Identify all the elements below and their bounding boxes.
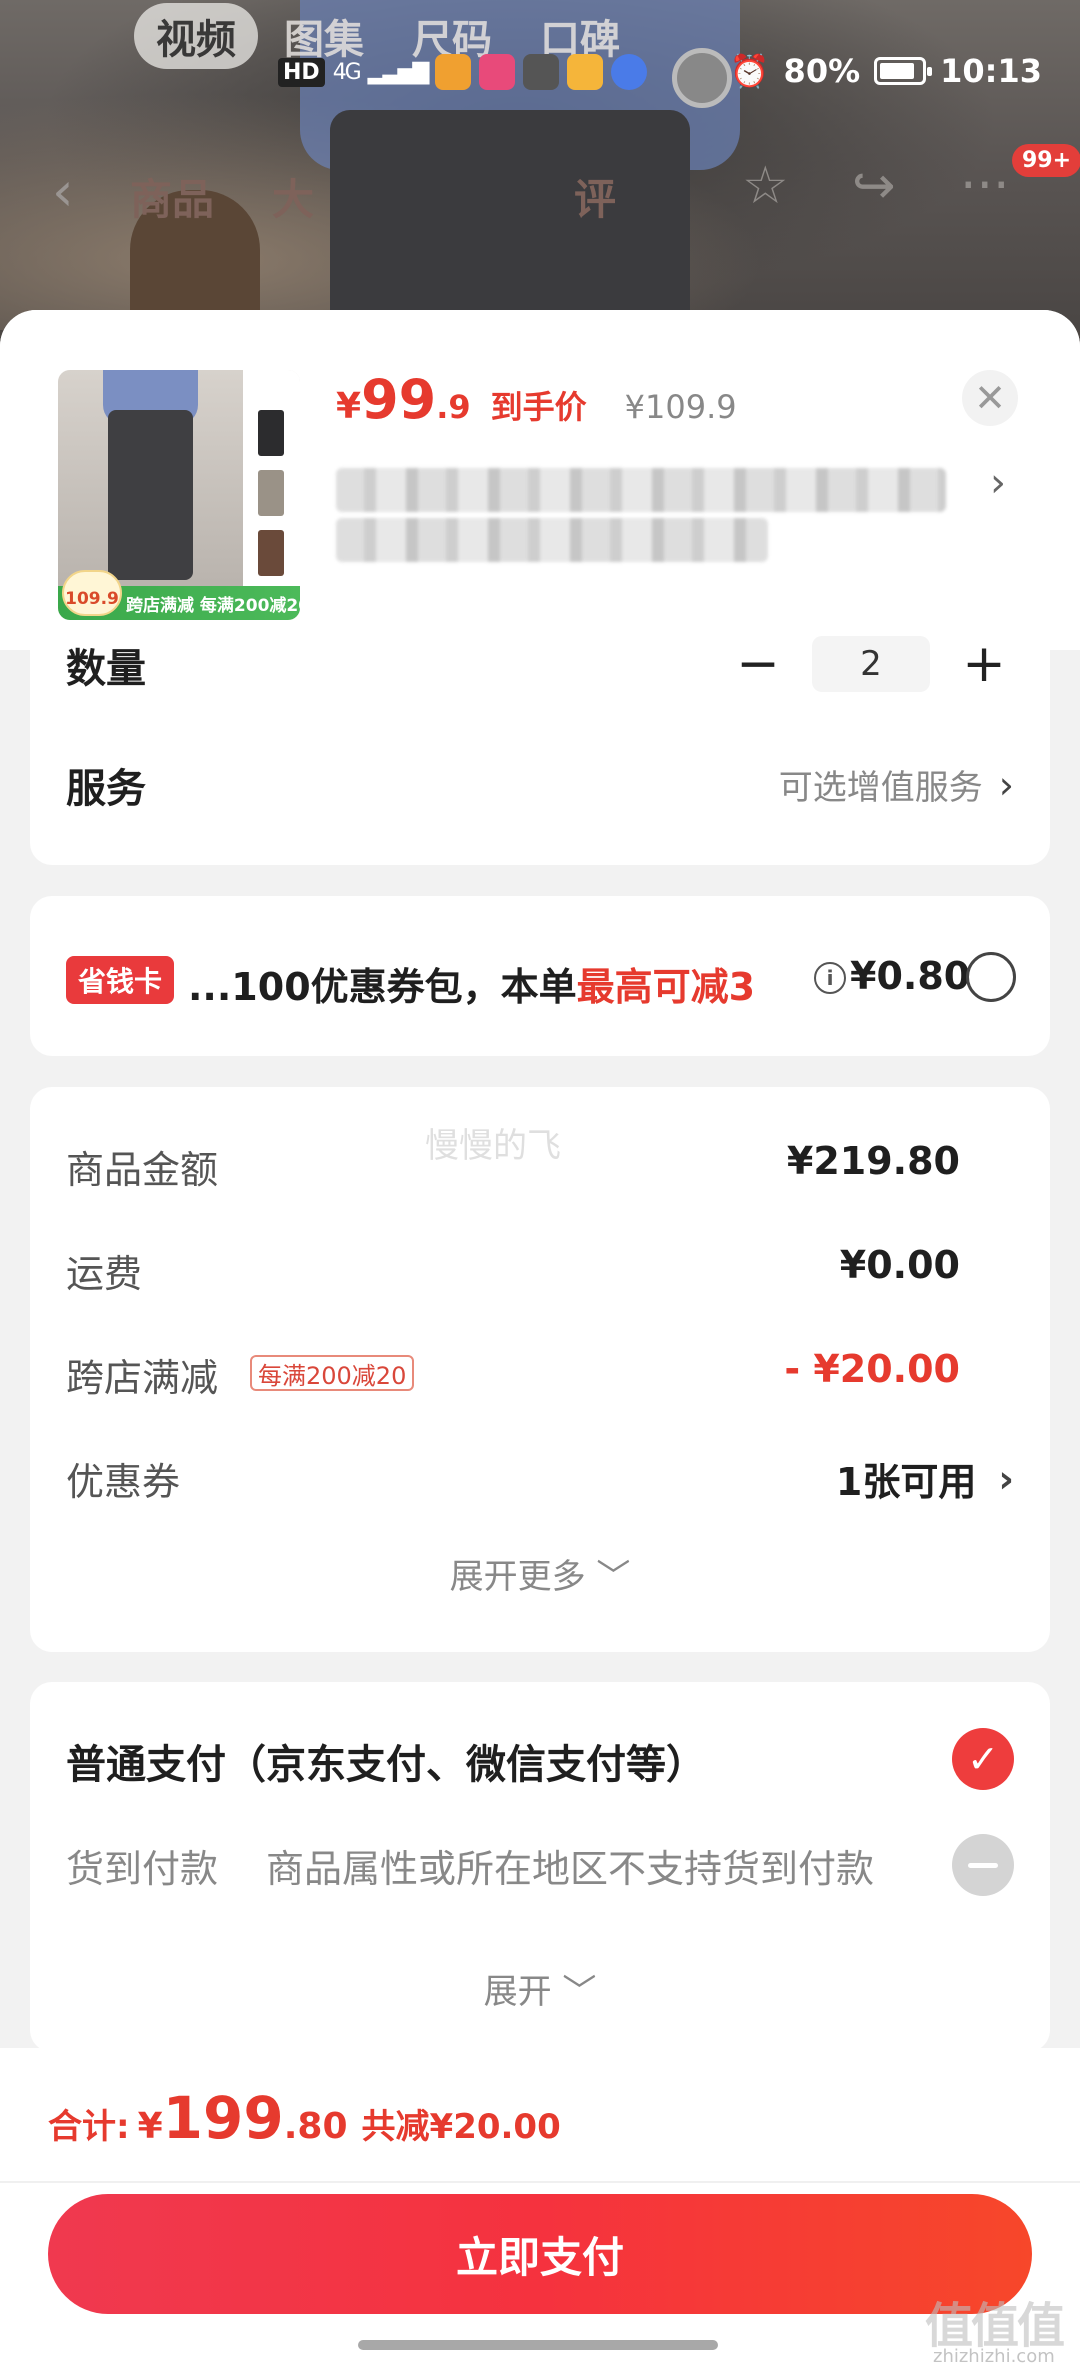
total-currency: ¥ xyxy=(137,2106,163,2147)
product-spec-blurred xyxy=(336,518,768,562)
app-notification-icon xyxy=(479,54,516,90)
save-card-badge: 省钱卡 xyxy=(66,956,175,1004)
total-integer: 199 xyxy=(162,2084,284,2152)
more-icon[interactable]: ··· xyxy=(960,156,1010,216)
coupon-available: 1张可用 › xyxy=(836,1451,1014,1506)
expand-button[interactable]: 展开 ﹀ xyxy=(30,1964,1050,2013)
summary-value: ¥0.00 xyxy=(839,1243,960,1287)
expand-label: 展开 xyxy=(483,1972,552,2012)
share-icon[interactable]: ↪ xyxy=(852,156,896,216)
product-thumbnail[interactable]: 跨店满减 每满200减20 109.9 xyxy=(58,370,300,620)
coupon-pack-text: ...100优惠券包，本单最高可减3 xyxy=(188,956,755,1011)
original-price: ¥109.9 xyxy=(624,388,737,426)
site-watermark-url: zhizhizhi.com xyxy=(933,2346,1055,2367)
coupon-pack-desc: ...100优惠券包，本单 xyxy=(188,965,577,1009)
price-decimal: .9 xyxy=(436,388,471,426)
battery-percent: 80% xyxy=(783,52,861,90)
app-notification-icon xyxy=(611,54,648,90)
coupon-pack-price: ¥0.80 xyxy=(850,954,971,998)
alarm-icon: ⏰ xyxy=(729,52,770,90)
summary-value: ¥219.80 xyxy=(786,1139,960,1183)
summary-label: 商品金额 xyxy=(66,1148,219,1192)
coupon-pack-highlight: 最高可减3 xyxy=(576,965,756,1009)
hd-indicator: HD xyxy=(278,57,325,87)
pay-now-button[interactable]: 立即支付 xyxy=(48,2194,1032,2314)
product-nav: ‹ 商品 大 评 ☆ ↪ ··· 99+ xyxy=(0,144,1080,230)
star-icon[interactable]: ☆ xyxy=(742,156,789,216)
quantity-stepper: − 2 + xyxy=(728,636,1014,692)
service-value: 可选增值服务 xyxy=(778,768,983,808)
coupon-count: 1张可用 xyxy=(835,1460,977,1504)
nav-tab-other[interactable]: 大 xyxy=(272,166,314,227)
order-summary-card: 商品金额 ¥219.80 运费 ¥0.00 跨店满减 每满200减20 - ¥2… xyxy=(30,1087,1050,1652)
checkmark-icon[interactable]: ✓ xyxy=(952,1728,1014,1790)
status-bar: HD 4G ▂▃▅▇ ⏰ 80% 10:13 xyxy=(0,46,1080,106)
app-notification-icon xyxy=(567,54,604,90)
message-badge: 99+ xyxy=(1012,144,1080,177)
battery-icon xyxy=(874,57,933,85)
nav-tab-product[interactable]: 商品 xyxy=(130,166,214,227)
price-currency: ¥ xyxy=(336,386,362,427)
quantity-label: 数量 xyxy=(66,646,146,692)
chevron-down-icon: ﹀ xyxy=(562,1972,597,2012)
home-indicator[interactable] xyxy=(358,2340,718,2350)
cod-note: 商品属性或所在地区不支持货到付款 xyxy=(266,1847,875,1891)
product-title-blurred xyxy=(336,468,946,512)
coupon-pack-radio[interactable] xyxy=(966,952,1016,1002)
cod-label: 货到付款 xyxy=(66,1847,219,1891)
expand-more-label: 展开更多 xyxy=(449,1557,586,1597)
thumbnail-price-tag: 109.9 xyxy=(62,570,122,616)
back-icon[interactable]: ‹ xyxy=(52,160,74,223)
coupon-pack-card[interactable]: 省钱卡 ...100优惠券包，本单最高可减3 i ¥0.80 xyxy=(30,896,1050,1056)
service-label: 服务 xyxy=(66,766,146,812)
expand-more-button[interactable]: 展开更多 ﹀ xyxy=(30,1549,1050,1598)
quantity-service-card: 数量 − 2 + 服务 可选增值服务 › xyxy=(30,630,1050,865)
status-right: ⏰ 80% 10:13 xyxy=(730,52,1042,90)
summary-value: - ¥20.00 xyxy=(784,1347,960,1391)
summary-row-cross-store: 跨店满减 每满200减20 - ¥20.00 xyxy=(66,1347,1014,1403)
app-notification-icon xyxy=(435,54,472,90)
divider xyxy=(0,2181,1080,2183)
chevron-right-icon: › xyxy=(998,1456,1014,1501)
chevron-right-icon: › xyxy=(998,762,1014,807)
increase-button[interactable]: + xyxy=(954,636,1014,692)
summary-label: 跨店满减 xyxy=(66,1356,219,1400)
user-watermark: 慢慢的飞 xyxy=(425,1126,561,1166)
app-notification-icon xyxy=(523,54,560,90)
nav-tab-reviews[interactable]: 评 xyxy=(574,166,616,227)
promo-tag: 每满200减20 xyxy=(250,1355,415,1391)
summary-row-coupon[interactable]: 优惠券 1张可用 › xyxy=(66,1451,1014,1507)
decrease-button[interactable]: − xyxy=(728,636,788,692)
close-icon: ✕ xyxy=(974,376,1006,420)
close-button[interactable]: ✕ xyxy=(962,370,1018,426)
price-integer: 99 xyxy=(361,368,437,431)
chevron-down-icon: ﹀ xyxy=(596,1557,631,1597)
wifi-icon: ▂▃▅▇ xyxy=(367,59,430,85)
total-decimal: .80 xyxy=(283,2106,348,2147)
normal-payment-label[interactable]: 普通支付（京东支付、微信支付等） xyxy=(66,1732,706,1790)
quantity-value[interactable]: 2 xyxy=(812,636,930,692)
total-discount: 共减¥20.00 xyxy=(361,2107,561,2147)
service-selector[interactable]: 可选增值服务 › xyxy=(779,760,1014,809)
product-header: 跨店满减 每满200减20 109.9 ¥ 99 .9 到手价 ¥109.9 ✕… xyxy=(0,310,1080,650)
summary-row-shipping: 运费 ¥0.00 xyxy=(66,1243,1014,1299)
clock: 10:13 xyxy=(940,52,1042,90)
final-price-label: 到手价 xyxy=(490,388,587,426)
thumbnail-photo xyxy=(58,370,243,590)
summary-label: 运费 xyxy=(66,1252,143,1296)
chevron-right-icon[interactable]: › xyxy=(990,460,1006,506)
checkout-bottom-bar: 合计: ¥ 199 .80 共减¥20.00 立即支付 xyxy=(0,2048,1080,2376)
disabled-icon xyxy=(952,1834,1014,1896)
price-row: ¥ 99 .9 到手价 ¥109.9 xyxy=(336,368,737,431)
status-left: HD 4G ▂▃▅▇ xyxy=(278,54,648,90)
summary-label: 优惠券 xyxy=(66,1460,181,1504)
signal-icon: 4G xyxy=(332,59,362,85)
total-label: 合计: xyxy=(48,2107,130,2147)
info-icon[interactable]: i xyxy=(814,962,846,994)
thumbnail-color-swatches xyxy=(243,370,300,590)
total-row: 合计: ¥ 199 .80 共减¥20.00 xyxy=(48,2084,561,2152)
payment-method-card: 普通支付（京东支付、微信支付等） ✓ 货到付款 商品属性或所在地区不支持货到付款… xyxy=(30,1682,1050,2052)
